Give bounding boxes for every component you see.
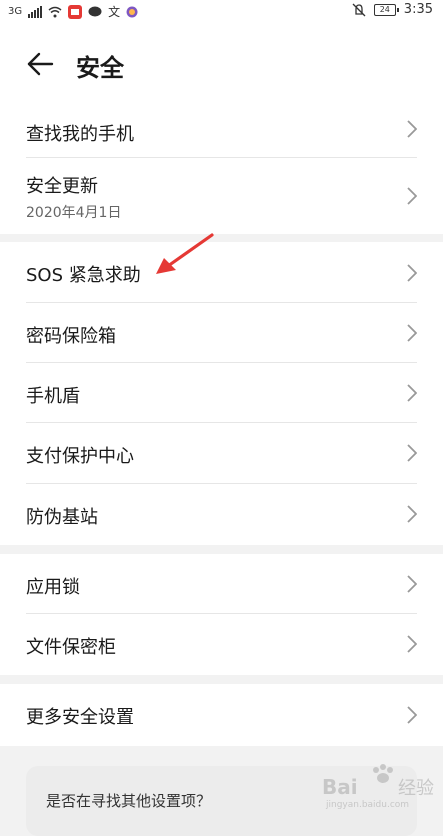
translate-icon: 文 xyxy=(108,5,121,19)
settings-group-4: 更多安全设置 xyxy=(0,684,443,746)
sos-emergency-item[interactable]: SOS 紧急求助 xyxy=(0,242,443,303)
settings-group-2: SOS 紧急求助 密码保险箱 手机盾 支付保护中心 防伪基站 xyxy=(0,242,443,545)
chevron-right-icon xyxy=(407,444,417,462)
security-update-date: 2020年4月1日 xyxy=(26,205,122,221)
chevron-right-icon xyxy=(407,505,417,523)
file-safe-label: 文件保密柜 xyxy=(26,637,116,658)
svg-text:jingyan.baidu.com: jingyan.baidu.com xyxy=(325,800,409,810)
app-lock-item[interactable]: 应用锁 xyxy=(0,554,443,614)
wifi-icon xyxy=(48,6,62,17)
find-my-phone-item[interactable]: 查找我的手机 xyxy=(0,110,443,158)
status-bar-left: 3G 文 xyxy=(8,3,138,20)
app-header: 安全 xyxy=(0,22,443,110)
page-title: 安全 xyxy=(76,54,124,82)
chevron-right-icon xyxy=(407,264,417,282)
svg-text:经验: 经验 xyxy=(398,778,434,799)
password-vault-item[interactable]: 密码保险箱 xyxy=(0,303,443,363)
chevron-right-icon xyxy=(407,706,417,724)
back-arrow-icon[interactable] xyxy=(26,52,54,76)
app-lock-label: 应用锁 xyxy=(26,577,80,598)
status-bar: 3G 文 24 3:35 xyxy=(0,0,443,22)
baidu-jingyan-watermark: Bai 经验 jingyan.baidu.com xyxy=(322,764,434,810)
chevron-right-icon xyxy=(407,120,417,138)
chevron-right-icon xyxy=(407,384,417,402)
signal-icon xyxy=(28,5,43,18)
chevron-right-icon xyxy=(407,575,417,593)
security-update-item[interactable]: 安全更新 2020年4月1日 xyxy=(0,158,443,234)
color-app-icon xyxy=(126,6,138,17)
clock: 3:35 xyxy=(403,2,433,17)
battery-level: 24 xyxy=(379,4,390,14)
mute-icon xyxy=(352,3,366,16)
network-type: 3G xyxy=(8,6,23,17)
more-security-settings-label: 更多安全设置 xyxy=(26,707,134,728)
chevron-right-icon xyxy=(407,635,417,653)
status-bar-right: 24 3:35 xyxy=(352,2,433,17)
annotation-arrow-icon xyxy=(156,233,214,274)
sos-emergency-label: SOS 紧急求助 xyxy=(26,265,141,286)
more-security-settings-item[interactable]: 更多安全设置 xyxy=(0,684,443,746)
file-safe-item[interactable]: 文件保密柜 xyxy=(0,614,443,675)
phone-shield-item[interactable]: 手机盾 xyxy=(0,363,443,423)
security-update-label: 安全更新 xyxy=(26,176,98,197)
message-icon xyxy=(88,6,102,16)
svg-text:Bai: Bai xyxy=(322,775,358,799)
fake-base-station-item[interactable]: 防伪基站 xyxy=(0,484,443,545)
settings-group-3: 应用锁 文件保密柜 xyxy=(0,554,443,675)
chevron-right-icon xyxy=(407,324,417,342)
chevron-right-icon xyxy=(407,187,417,205)
find-my-phone-label: 查找我的手机 xyxy=(26,124,134,145)
app-notification-icon xyxy=(68,4,83,19)
phone-shield-label: 手机盾 xyxy=(26,386,80,407)
payment-protection-label: 支付保护中心 xyxy=(26,446,134,467)
settings-group-1: 查找我的手机 安全更新 2020年4月1日 xyxy=(0,110,443,234)
password-vault-label: 密码保险箱 xyxy=(26,326,116,347)
suggestion-text: 是否在寻找其他设置项？ xyxy=(46,792,212,810)
payment-protection-item[interactable]: 支付保护中心 xyxy=(0,423,443,484)
battery-icon: 24 xyxy=(373,3,399,16)
fake-base-station-label: 防伪基站 xyxy=(26,507,98,528)
